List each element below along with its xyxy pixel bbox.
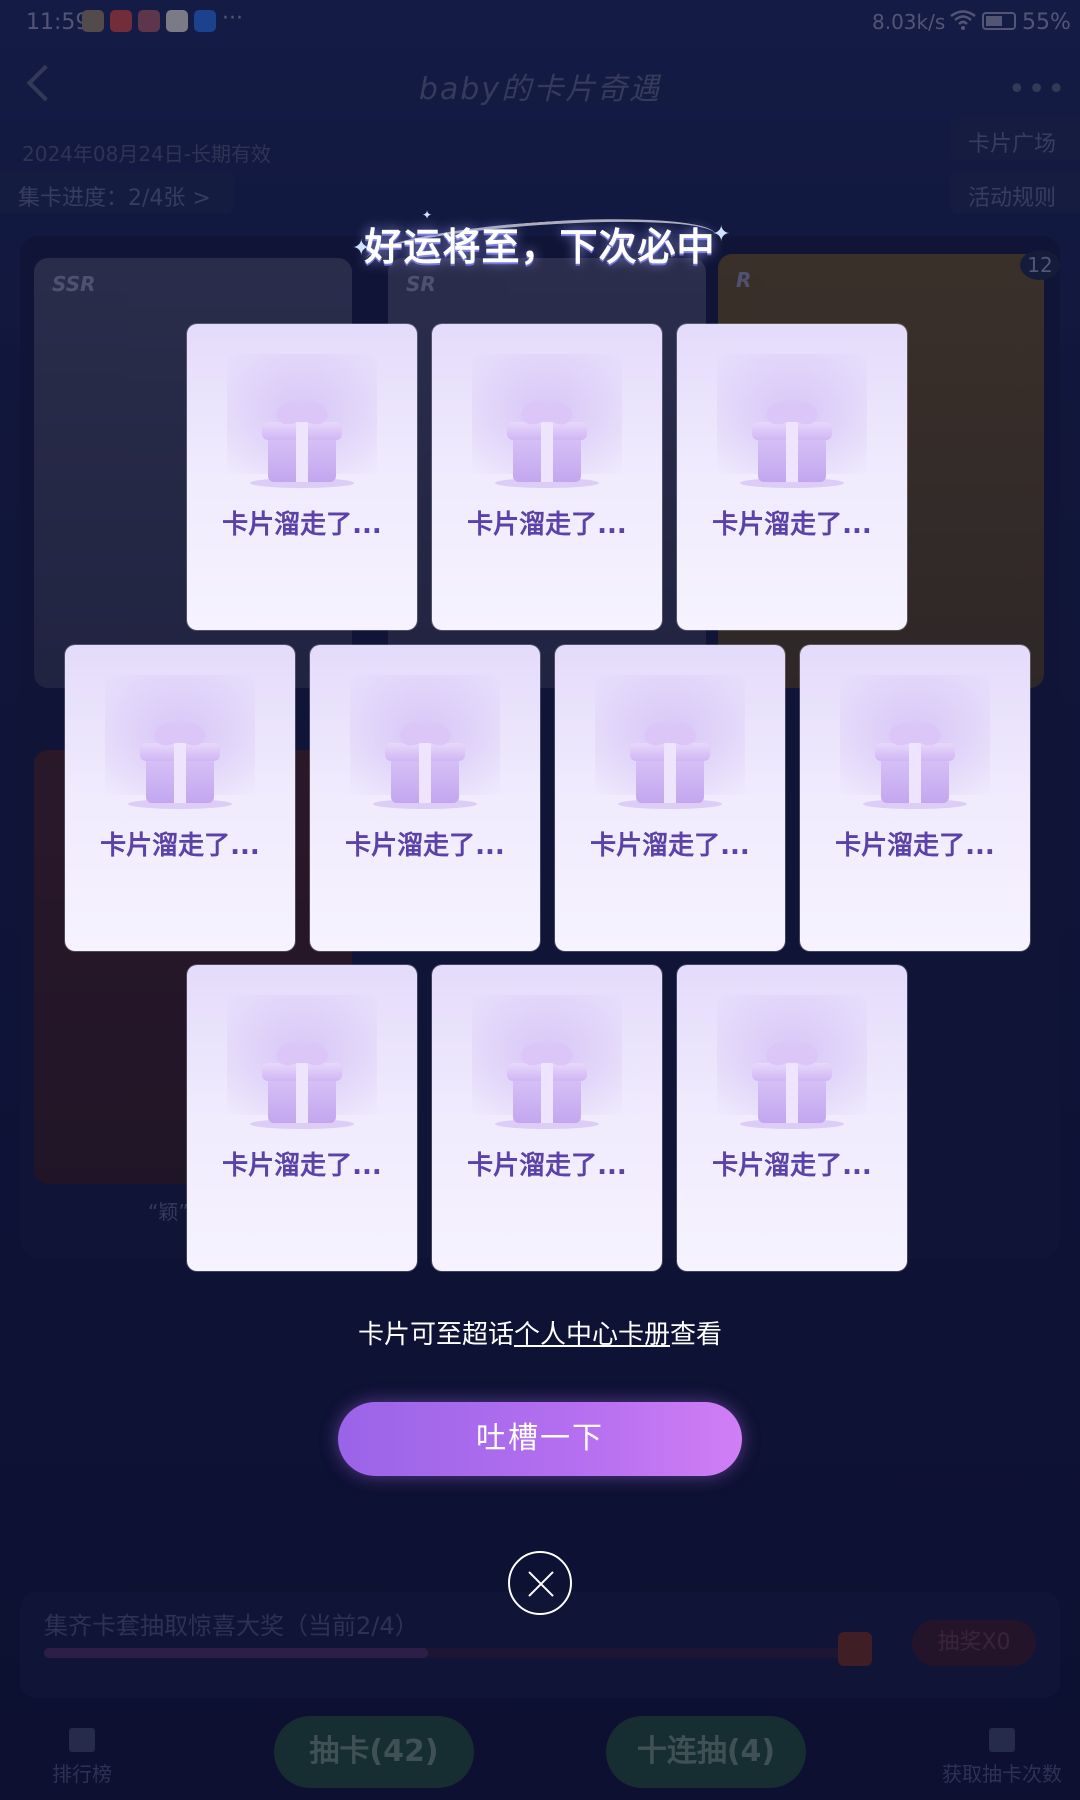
result-card-label: 卡片溜走了...: [467, 510, 627, 540]
sparkle-icon: ✦: [352, 236, 371, 261]
result-card: 卡片溜走了...: [187, 965, 417, 1271]
result-card: 卡片溜走了...: [555, 645, 785, 951]
result-card-label: 卡片溜走了...: [590, 831, 750, 861]
gift-icon: [740, 1038, 844, 1129]
result-card-label: 卡片溜走了...: [467, 1151, 627, 1181]
result-banner: 好运将至，下次必中: [364, 225, 716, 269]
result-card: 卡片溜走了...: [432, 965, 662, 1271]
result-card-label: 卡片溜走了...: [100, 831, 260, 861]
result-card: 卡片溜走了...: [187, 324, 417, 630]
result-card: 卡片溜走了...: [65, 645, 295, 951]
result-card: 卡片溜走了...: [310, 645, 540, 951]
complain-button[interactable]: 吐槽一下: [338, 1402, 742, 1476]
result-card-label: 卡片溜走了...: [222, 510, 382, 540]
gift-icon: [495, 1038, 599, 1129]
result-card: 卡片溜走了...: [800, 645, 1030, 951]
gift-icon: [250, 1038, 354, 1129]
result-card: 卡片溜走了...: [432, 324, 662, 630]
card-album-link[interactable]: 个人中心卡册: [514, 1320, 670, 1350]
result-card: 卡片溜走了...: [677, 324, 907, 630]
result-card: 卡片溜走了...: [677, 965, 907, 1271]
sparkle-icon: ✦: [422, 208, 433, 222]
sparkle-icon: ✦: [712, 222, 731, 247]
close-icon[interactable]: [508, 1551, 572, 1615]
gift-icon: [128, 718, 232, 809]
gift-icon: [373, 718, 477, 809]
gift-icon: [618, 718, 722, 809]
hint-suffix: 查看: [670, 1320, 723, 1350]
gift-icon: [495, 397, 599, 488]
result-card-label: 卡片溜走了...: [712, 1151, 872, 1181]
result-card-label: 卡片溜走了...: [712, 510, 872, 540]
gift-icon: [863, 718, 967, 809]
result-card-label: 卡片溜走了...: [345, 831, 505, 861]
result-card-label: 卡片溜走了...: [835, 831, 995, 861]
card-album-hint: 卡片可至超话个人中心卡册查看: [0, 1314, 1080, 1351]
result-card-label: 卡片溜走了...: [222, 1151, 382, 1181]
hint-prefix: 卡片可至超话: [357, 1320, 514, 1350]
gift-icon: [250, 397, 354, 488]
gift-icon: [740, 397, 844, 488]
